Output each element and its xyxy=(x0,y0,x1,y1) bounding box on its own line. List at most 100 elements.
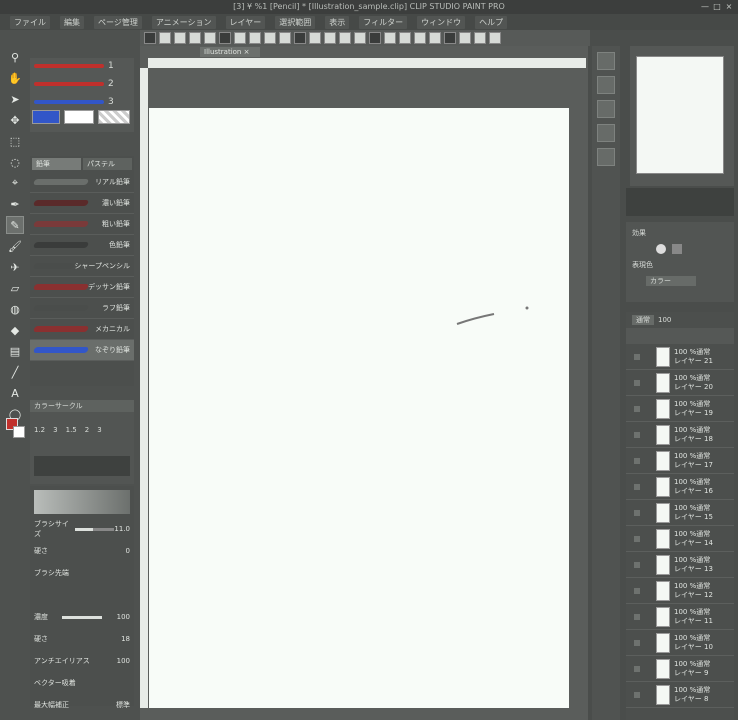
maximize-button[interactable]: □ xyxy=(712,2,722,12)
tool-property-row[interactable]: 濃度 100 xyxy=(30,606,134,628)
fill-icon[interactable]: ◆ xyxy=(6,321,24,339)
command-button[interactable] xyxy=(279,32,291,44)
menu-item[interactable]: ヘルプ xyxy=(475,15,508,29)
sub-color-swatch[interactable] xyxy=(64,110,94,124)
menu-item[interactable]: ウィンドウ xyxy=(417,15,466,29)
canvas-page[interactable] xyxy=(149,108,569,708)
visibility-toggle[interactable] xyxy=(634,640,640,646)
command-button[interactable] xyxy=(264,32,276,44)
selection-icon[interactable]: ⬚ xyxy=(6,132,24,150)
panel-toggle-button[interactable] xyxy=(597,100,615,118)
opacity-value[interactable]: 100 xyxy=(658,316,671,324)
layer-row[interactable]: 100 %通常 レイヤー 9 xyxy=(626,656,734,682)
visibility-toggle[interactable] xyxy=(634,614,640,620)
visibility-toggle[interactable] xyxy=(634,588,640,594)
command-button[interactable] xyxy=(399,32,411,44)
command-button[interactable] xyxy=(159,32,171,44)
subtool-item[interactable]: 粗い鉛筆 xyxy=(30,214,134,235)
visibility-toggle[interactable] xyxy=(634,692,640,698)
panel-toggle-button[interactable] xyxy=(597,76,615,94)
visibility-toggle[interactable] xyxy=(634,380,640,386)
command-button[interactable] xyxy=(219,32,231,44)
command-button[interactable] xyxy=(294,32,306,44)
operation-icon[interactable]: ➤ xyxy=(6,90,24,108)
subtool-item[interactable]: 色鉛筆 xyxy=(30,235,134,256)
layer-row[interactable]: 100 %通常 レイヤー 17 xyxy=(626,448,734,474)
command-button[interactable] xyxy=(444,32,456,44)
visibility-toggle[interactable] xyxy=(634,354,640,360)
pen-icon[interactable]: ✒ xyxy=(6,195,24,213)
command-button[interactable] xyxy=(234,32,246,44)
main-color-swatch[interactable] xyxy=(32,110,60,124)
layer-row[interactable]: 100 %通常 レイヤー 8 xyxy=(626,682,734,708)
menu-item[interactable]: 選択範囲 xyxy=(275,15,316,29)
effect-toggle-icon[interactable] xyxy=(672,244,682,254)
panel-toggle-button[interactable] xyxy=(597,52,615,70)
color-panel-tab[interactable]: カラーサークル xyxy=(30,400,134,412)
subtool-item[interactable]: 濃い鉛筆 xyxy=(30,193,134,214)
layer-row[interactable]: 100 %通常 レイヤー 13 xyxy=(626,552,734,578)
brush-size-row[interactable]: 2 xyxy=(30,76,134,92)
document-tab[interactable]: Illustration × xyxy=(200,47,260,57)
visibility-toggle[interactable] xyxy=(634,666,640,672)
subtool-item[interactable]: シャープペンシル xyxy=(30,256,134,277)
move-icon[interactable]: ✥ xyxy=(6,111,24,129)
transparent-swatch[interactable] xyxy=(98,110,130,124)
command-button[interactable] xyxy=(414,32,426,44)
density-slider[interactable] xyxy=(62,615,103,619)
blend-mode-select[interactable]: 通常 xyxy=(632,315,654,325)
command-button[interactable] xyxy=(384,32,396,44)
visibility-toggle[interactable] xyxy=(634,536,640,542)
airbrush-icon[interactable]: ✈ xyxy=(6,258,24,276)
layer-row[interactable]: 100 %通常 レイヤー 12 xyxy=(626,578,734,604)
command-button[interactable] xyxy=(324,32,336,44)
subtool-item[interactable]: デッサン鉛筆 xyxy=(30,277,134,298)
brush-icon[interactable]: 🖌 xyxy=(6,237,24,255)
close-button[interactable]: × xyxy=(724,2,734,12)
visibility-toggle[interactable] xyxy=(634,406,640,412)
layer-row[interactable]: 100 %通常 レイヤー 19 xyxy=(626,396,734,422)
expression-color-select[interactable]: カラー xyxy=(646,276,696,286)
menu-item[interactable]: アニメーション xyxy=(151,15,216,29)
tool-property-row[interactable]: ブラシサイズ 11.0 xyxy=(30,518,134,540)
subtool-item[interactable]: メカニカル xyxy=(30,319,134,340)
tool-property-row[interactable]: 最大幅補正 標準 xyxy=(30,694,134,716)
tool-property-row[interactable]: アンチエイリアス 100 xyxy=(30,650,134,672)
menu-item[interactable]: 編集 xyxy=(60,15,84,29)
visibility-toggle[interactable] xyxy=(634,510,640,516)
panel-toggle-button[interactable] xyxy=(597,148,615,166)
subtool-item[interactable]: リアル鉛筆 xyxy=(30,172,134,193)
layer-row[interactable]: 100 %通常 レイヤー 11 xyxy=(626,604,734,630)
menu-item[interactable]: ページ管理 xyxy=(94,15,142,29)
layer-row[interactable]: 100 %通常 レイヤー 15 xyxy=(626,500,734,526)
command-button[interactable] xyxy=(369,32,381,44)
tool-property-row[interactable] xyxy=(30,584,134,606)
text-icon[interactable]: A xyxy=(6,384,24,402)
command-button[interactable] xyxy=(474,32,486,44)
command-button[interactable] xyxy=(459,32,471,44)
subtool-item[interactable]: ラフ鉛筆 xyxy=(30,298,134,319)
layer-row[interactable]: 100 %通常 レイヤー 10 xyxy=(626,630,734,656)
command-button[interactable] xyxy=(189,32,201,44)
visibility-toggle[interactable] xyxy=(634,484,640,490)
layer-row[interactable]: 100 %通常 レイヤー 21 xyxy=(626,344,734,370)
tab-pastel[interactable]: パステル xyxy=(83,158,132,170)
tool-property-row[interactable]: 硬さ 0 xyxy=(30,540,134,562)
command-button[interactable] xyxy=(339,32,351,44)
layer-row[interactable]: 100 %通常 レイヤー 14 xyxy=(626,526,734,552)
minimize-button[interactable]: — xyxy=(700,2,710,12)
layer-row[interactable]: 100 %通常 レイヤー 20 xyxy=(626,370,734,396)
brush-size-row[interactable]: 1 xyxy=(30,58,134,74)
command-button[interactable] xyxy=(249,32,261,44)
panel-toggle-button[interactable] xyxy=(597,124,615,142)
lasso-icon[interactable]: ◌ xyxy=(6,153,24,171)
layer-row[interactable]: 100 %通常 レイヤー 16 xyxy=(626,474,734,500)
tool-property-row[interactable]: 硬さ 18 xyxy=(30,628,134,650)
menu-item[interactable]: レイヤー xyxy=(225,15,266,29)
visibility-toggle[interactable] xyxy=(634,432,640,438)
eyedropper-icon[interactable]: ⌖ xyxy=(6,174,24,192)
tool-property-row[interactable]: ベクター吸着 xyxy=(30,672,134,694)
command-button[interactable] xyxy=(309,32,321,44)
navigator-preview[interactable] xyxy=(636,56,724,174)
command-button[interactable] xyxy=(204,32,216,44)
